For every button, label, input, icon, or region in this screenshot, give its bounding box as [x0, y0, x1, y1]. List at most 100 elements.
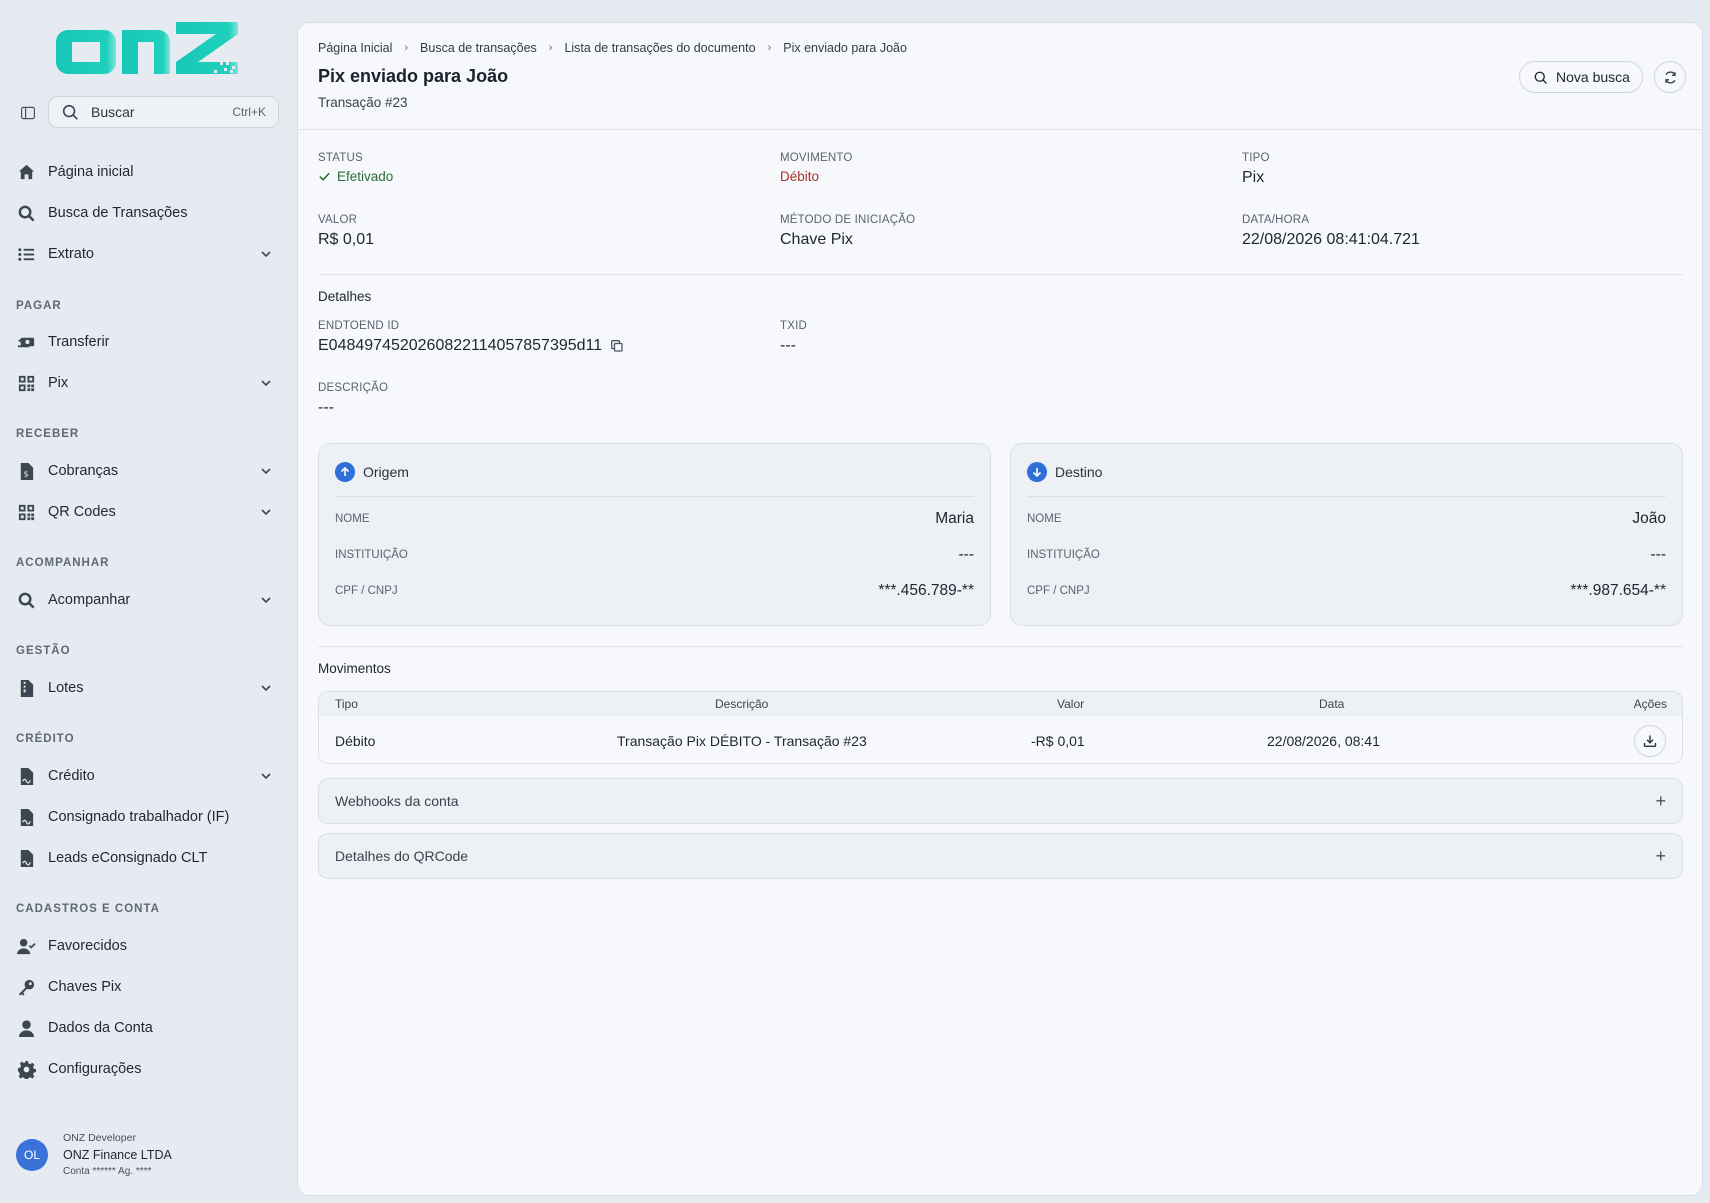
- sidebar-item-transferir[interactable]: Transferir: [0, 322, 297, 362]
- sidebar-item-dados-conta[interactable]: Dados da Conta: [0, 1008, 297, 1048]
- field-label: INSTITUIÇÃO: [335, 549, 408, 561]
- section-receber: RECEBER: [16, 428, 80, 440]
- main-panel: Página Inicial › Busca de transações › L…: [297, 22, 1703, 1196]
- chevron-right-icon: ›: [404, 42, 409, 54]
- sidebar-item-pagina-inicial[interactable]: Página inicial: [0, 152, 297, 192]
- gear-icon: [16, 1059, 36, 1079]
- section-gestao: GESTÃO: [16, 645, 71, 657]
- breadcrumb-item[interactable]: Página Inicial: [318, 41, 392, 55]
- destino-instituicao-row: INSTITUIÇÃO ---: [1027, 546, 1666, 564]
- nova-busca-button[interactable]: Nova busca: [1519, 61, 1643, 93]
- sidebar-item-cobrancas[interactable]: $ Cobranças: [0, 451, 297, 491]
- arrow-down-icon: [1027, 462, 1047, 482]
- avatar: OL: [16, 1138, 48, 1171]
- row-data: 22/08/2026, 08:41: [1267, 732, 1380, 749]
- table-row: Débito Transação Pix DÉBITO - Transação …: [319, 716, 1682, 763]
- webhooks-accordion[interactable]: Webhooks da conta +: [318, 778, 1683, 824]
- detalhes-title: Detalhes: [318, 289, 372, 304]
- user-check-icon: [16, 936, 36, 956]
- sidebar-item-label: Crédito: [48, 768, 95, 784]
- row-actions: [1634, 716, 1666, 763]
- qrcode-accordion[interactable]: Detalhes do QRCode +: [318, 833, 1683, 879]
- data-hora-field: DATA/HORA 22/08/2026 08:41:04.721: [1242, 214, 1420, 249]
- page-title: Pix enviado para João: [318, 66, 509, 86]
- column-header: Tipo: [335, 697, 358, 711]
- copy-icon[interactable]: [610, 339, 624, 353]
- search-icon: [62, 104, 78, 120]
- sidebar-item-qr-codes[interactable]: QR Codes: [0, 492, 297, 532]
- file-signature-icon: [16, 848, 36, 868]
- search-placeholder: Buscar: [91, 104, 135, 120]
- download-button[interactable]: [1634, 724, 1666, 757]
- sidebar-item-acompanhar[interactable]: Acompanhar: [0, 580, 297, 620]
- sidebar-item-pix[interactable]: Pix: [0, 363, 297, 403]
- sidebar-item-label: Dados da Conta: [48, 1020, 153, 1036]
- search-icon: [16, 590, 36, 610]
- home-icon: [16, 162, 36, 182]
- field-label: VALOR: [318, 214, 358, 226]
- sidebar-item-busca[interactable]: Busca de Transações: [0, 193, 297, 233]
- user-role: ONZ Developer: [63, 1132, 136, 1144]
- field-label: DESCRIÇÃO: [318, 382, 389, 394]
- field-label: DATA/HORA: [1242, 214, 1310, 226]
- refresh-icon: [1664, 70, 1676, 84]
- user-company: ONZ Finance LTDA: [63, 1148, 172, 1162]
- page-header: Página Inicial › Busca de transações › L…: [298, 23, 1702, 130]
- field-label: NOME: [335, 513, 370, 525]
- sidebar-item-label: Acompanhar: [48, 592, 131, 608]
- user-icon: [16, 1018, 36, 1038]
- accordion-label: Detalhes do QRCode: [335, 848, 469, 864]
- origem-doc-row: CPF / CNPJ ***.456.789-**: [335, 582, 974, 600]
- sidebar-item-label: Leads eConsignado CLT: [48, 850, 208, 866]
- divider: [318, 274, 1683, 275]
- sidebar-item-configuracoes[interactable]: Configurações: [0, 1049, 297, 1089]
- row-tipo: Débito: [335, 732, 376, 749]
- movimentos-title: Movimentos: [318, 661, 391, 676]
- endtoend-value: E0484974520260822114057857395d11: [318, 337, 603, 354]
- plus-icon: +: [1655, 845, 1666, 866]
- tipo-value: Pix: [1242, 169, 1265, 186]
- svg-text:$: $: [23, 469, 28, 478]
- field-label: STATUS: [318, 152, 363, 164]
- qr-code-icon: [16, 502, 36, 522]
- arrow-up-icon: [335, 462, 355, 482]
- sidebar-item-lotes[interactable]: Lotes: [0, 668, 297, 708]
- money-transfer-icon: [16, 332, 36, 352]
- sidebar-item-label: Pix: [48, 375, 69, 391]
- endtoend-field: ENDTOEND ID E048497452026082211405785739…: [318, 320, 624, 355]
- destino-nome: João: [1632, 510, 1666, 527]
- sidebar-item-label: Chaves Pix: [48, 979, 122, 995]
- column-header: Ações: [1633, 697, 1667, 711]
- sidebar: Buscar Ctrl+K Página inicial Busca de Tr…: [0, 0, 297, 1203]
- sidebar-item-favorecidos[interactable]: Favorecidos: [0, 926, 297, 966]
- sidebar-item-chaves-pix[interactable]: Chaves Pix: [0, 967, 297, 1007]
- valor-field: VALOR R$ 0,01: [318, 214, 374, 249]
- origem-header: Origem: [335, 462, 409, 482]
- field-label: ENDTOEND ID: [318, 320, 400, 332]
- sidebar-item-credito[interactable]: Crédito: [0, 756, 297, 796]
- section-cadastros: CADASTROS E CONTA: [16, 903, 160, 915]
- chevron-right-icon: ›: [548, 42, 553, 54]
- user-profile[interactable]: OL ONZ Developer ONZ Finance LTDA Conta …: [16, 1132, 172, 1177]
- destino-instituicao: ---: [1650, 546, 1667, 563]
- descricao-field: DESCRIÇÃO ---: [318, 382, 388, 417]
- sidebar-item-label: Busca de Transações: [48, 205, 188, 221]
- accordion-label: Webhooks da conta: [335, 793, 459, 809]
- origem-title: Origem: [363, 464, 409, 480]
- search-shortcut: Ctrl+K: [232, 105, 266, 119]
- breadcrumb-item[interactable]: Busca de transações: [420, 41, 537, 55]
- onz-logo[interactable]: [54, 22, 238, 76]
- download-icon: [1643, 735, 1657, 747]
- movimento-field: MOVIMENTO Débito: [780, 152, 853, 184]
- search-icon: [1534, 71, 1547, 84]
- status-field: STATUS Efetivado: [318, 152, 393, 184]
- sidebar-toggle-icon[interactable]: [16, 101, 40, 125]
- sidebar-item-extrato[interactable]: Extrato: [0, 234, 297, 274]
- search-input[interactable]: Buscar Ctrl+K: [48, 96, 279, 128]
- refresh-button[interactable]: [1654, 61, 1686, 93]
- sidebar-item-label: Lotes: [48, 680, 84, 696]
- breadcrumb-item[interactable]: Lista de transações do documento: [564, 41, 755, 55]
- sidebar-item-consignado[interactable]: Consignado trabalhador (IF): [0, 797, 297, 837]
- sidebar-item-leads[interactable]: Leads eConsignado CLT: [0, 838, 297, 878]
- section-pagar: PAGAR: [16, 300, 62, 312]
